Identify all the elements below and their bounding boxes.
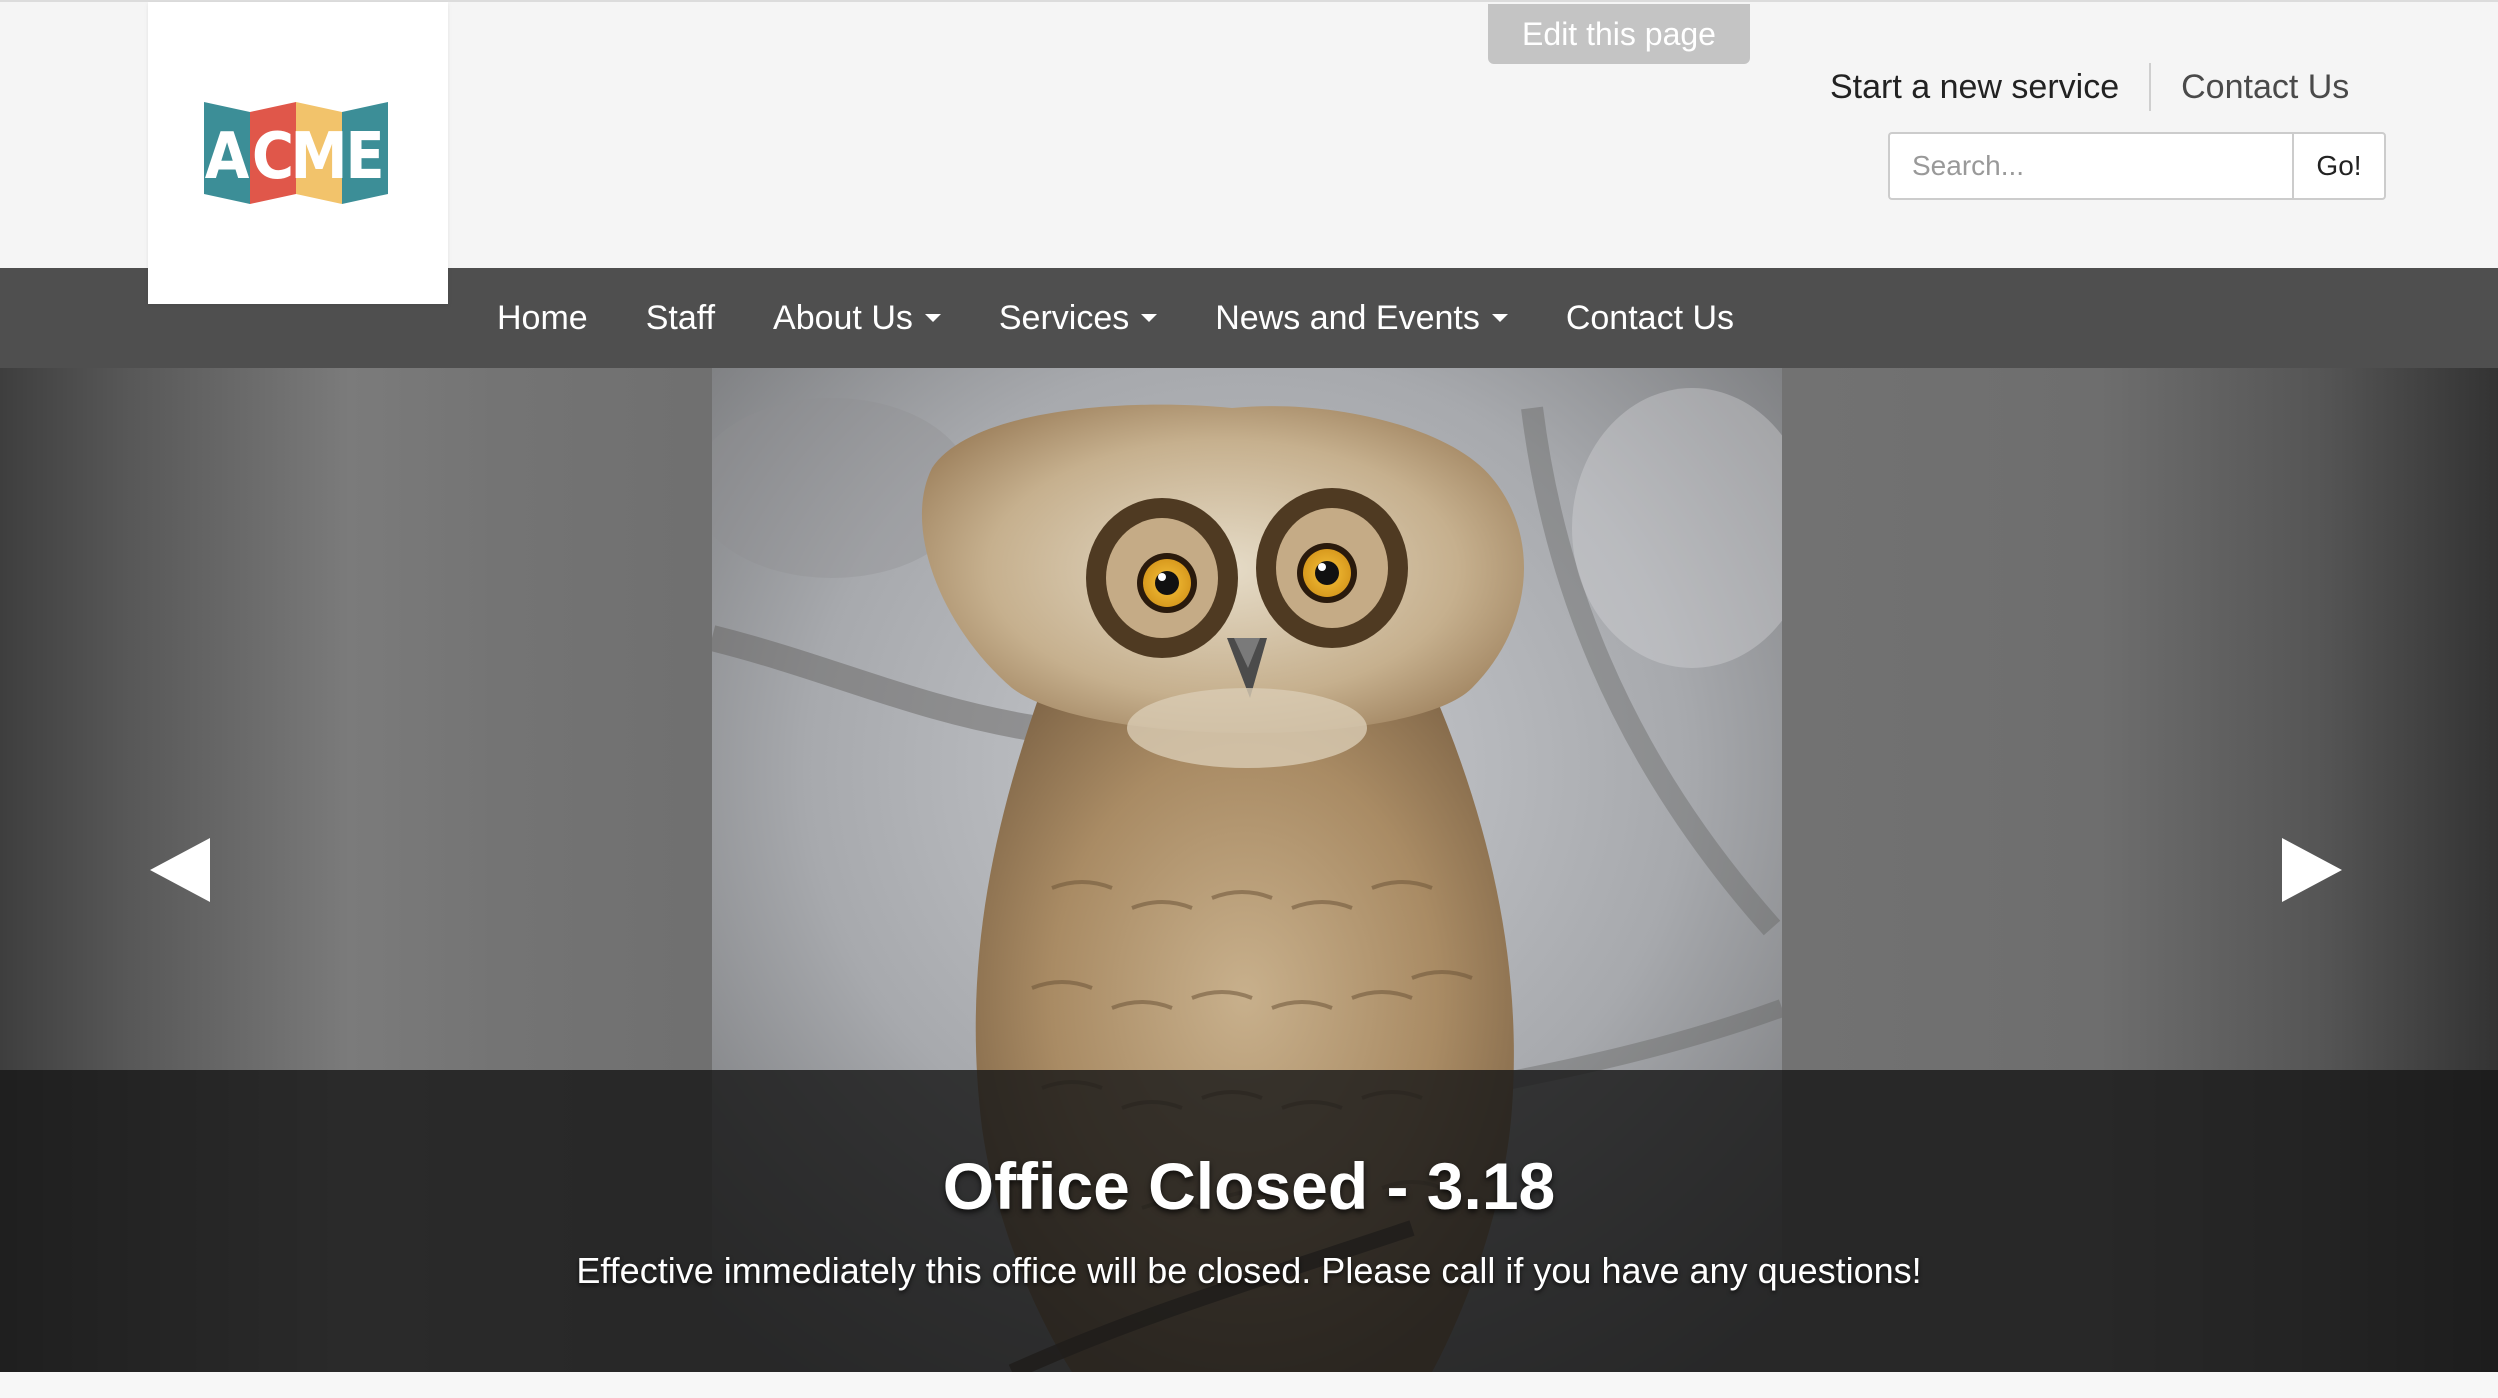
nav-item-contact-us[interactable]: Contact Us: [1537, 268, 1763, 368]
slide-text: Effective immediately this office will b…: [576, 1250, 1922, 1291]
nav-item-services[interactable]: Services: [970, 268, 1186, 368]
page: A C M E Edit this page Start a new servi…: [0, 0, 2498, 1398]
carousel-prev-button[interactable]: [140, 828, 220, 908]
nav-item-staff[interactable]: Staff: [617, 268, 744, 368]
nav-item-label: Services: [998, 299, 1130, 337]
hero-carousel: Office Closed - 3.18 Effective immediate…: [0, 368, 2498, 1372]
nav-item-label: Home: [497, 299, 588, 337]
svg-text:C: C: [252, 120, 294, 194]
nav-list: Home Staff About Us Services News and Ev…: [468, 268, 1763, 368]
slide-title: Office Closed - 3.18: [942, 1149, 1556, 1223]
nav-item-label: Staff: [645, 299, 716, 337]
left-triangle-icon: [150, 838, 210, 902]
nav-item-label: Contact Us: [1565, 299, 1735, 337]
search-go-button[interactable]: Go!: [2292, 132, 2386, 200]
page-bottom-strip: [0, 1372, 2498, 1398]
nav-item-about-us[interactable]: About Us: [744, 268, 970, 368]
site-header: A C M E Edit this page Start a new servi…: [0, 0, 2498, 304]
svg-text:E: E: [345, 120, 384, 194]
svg-text:A: A: [205, 120, 250, 194]
caret-down-icon: [1491, 314, 1508, 322]
acme-logo-icon: A C M E: [204, 102, 388, 204]
utility-contact-link[interactable]: Contact Us: [2151, 62, 2349, 112]
caret-down-icon: [924, 314, 941, 322]
caret-down-icon: [1141, 314, 1158, 322]
nav-item-home[interactable]: Home: [468, 268, 617, 368]
search-input[interactable]: [1888, 132, 2292, 200]
search-form: Go!: [1888, 132, 2386, 200]
svg-text:M: M: [290, 120, 347, 194]
nav-item-label: News and Events: [1215, 299, 1480, 337]
start-service-link[interactable]: Start a new service: [1830, 62, 2149, 112]
nav-item-label: About Us: [773, 299, 913, 337]
carousel-next-button[interactable]: [2272, 828, 2352, 908]
site-logo[interactable]: A C M E: [148, 2, 448, 304]
right-triangle-icon: [2282, 838, 2342, 902]
edit-page-button[interactable]: Edit this page: [1488, 4, 1750, 64]
utility-links: Start a new service Contact Us: [1830, 62, 2349, 112]
nav-item-news-and-events[interactable]: News and Events: [1186, 268, 1537, 368]
